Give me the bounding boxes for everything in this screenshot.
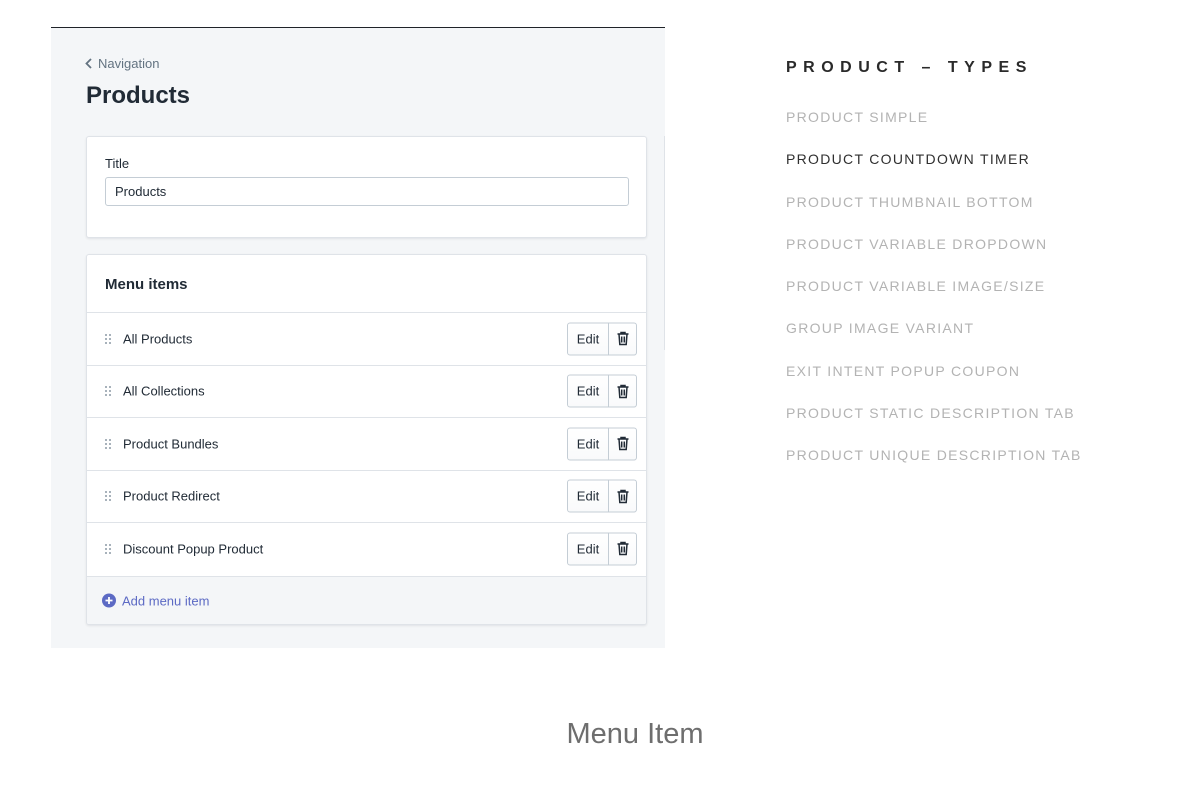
menu-item-label: Product Bundles xyxy=(123,436,219,452)
page-title: Products xyxy=(86,82,191,109)
menu-item-actions: Edit xyxy=(567,322,637,356)
product-type-item[interactable]: PRODUCT UNIQUE DESCRIPTION TAB xyxy=(786,447,1082,489)
trash-icon xyxy=(617,332,628,346)
menu-item-actions: Edit xyxy=(567,532,637,566)
delete-button[interactable] xyxy=(609,427,637,461)
add-menu-item-button[interactable]: Add menu item xyxy=(102,593,209,608)
product-types-title: PRODUCT – TYPES xyxy=(786,59,1033,76)
edit-button[interactable]: Edit xyxy=(567,479,609,513)
product-type-item[interactable]: PRODUCT THUMBNAIL BOTTOM xyxy=(786,194,1082,236)
breadcrumb[interactable]: Navigation xyxy=(85,56,159,71)
menu-editor-panel: Navigation Products Title Menu items All… xyxy=(51,27,665,648)
edit-button[interactable]: Edit xyxy=(567,374,609,408)
menu-item-actions: Edit xyxy=(567,479,637,513)
menu-item-label: Product Redirect xyxy=(123,488,220,504)
drag-handle-icon[interactable] xyxy=(105,491,111,502)
edit-button[interactable]: Edit xyxy=(567,427,609,461)
product-type-item-active[interactable]: PRODUCT COUNTDOWN TIMER xyxy=(786,151,1082,193)
trash-icon xyxy=(617,542,628,556)
chevron-left-icon xyxy=(85,58,92,69)
trash-icon xyxy=(617,489,628,503)
product-type-item[interactable]: PRODUCT VARIABLE IMAGE/SIZE xyxy=(786,278,1082,320)
product-type-item[interactable]: GROUP IMAGE VARIANT xyxy=(786,320,1082,362)
panel-divider xyxy=(664,136,665,350)
trash-icon xyxy=(617,384,628,398)
menu-item-row: Product Redirect Edit xyxy=(87,469,646,523)
edit-button[interactable]: Edit xyxy=(567,532,609,566)
menu-item-label: All Collections xyxy=(123,383,205,399)
menu-item-actions: Edit xyxy=(567,374,637,408)
delete-button[interactable] xyxy=(609,479,637,513)
menu-item-row: All Collections Edit xyxy=(87,364,646,418)
menu-items-card: Menu items All Products Edit All Collect… xyxy=(86,254,647,625)
title-card: Title xyxy=(86,136,647,238)
product-type-item[interactable]: PRODUCT VARIABLE DROPDOWN xyxy=(786,236,1082,278)
delete-button[interactable] xyxy=(609,322,637,356)
trash-icon xyxy=(617,437,628,451)
delete-button[interactable] xyxy=(609,374,637,408)
add-menu-item-row: Add menu item xyxy=(87,576,646,624)
product-type-item[interactable]: PRODUCT STATIC DESCRIPTION TAB xyxy=(786,405,1082,447)
drag-handle-icon[interactable] xyxy=(105,543,111,554)
delete-button[interactable] xyxy=(609,532,637,566)
title-input[interactable] xyxy=(105,177,629,206)
menu-item-row: Discount Popup Product Edit xyxy=(87,522,646,575)
product-type-item[interactable]: EXIT INTENT POPUP COUPON xyxy=(786,363,1082,405)
menu-item-row: Product Bundles Edit xyxy=(87,417,646,470)
title-label: Title xyxy=(105,156,130,171)
edit-button[interactable]: Edit xyxy=(567,322,609,356)
menu-item-row: All Products Edit xyxy=(87,312,646,365)
add-menu-item-label[interactable]: Add menu item xyxy=(122,593,209,608)
caption: Menu Item xyxy=(566,718,704,750)
menu-items-heading: Menu items xyxy=(105,276,188,293)
drag-handle-icon[interactable] xyxy=(105,386,111,397)
product-types-list: PRODUCT SIMPLE PRODUCT COUNTDOWN TIMER P… xyxy=(786,109,1082,489)
menu-item-actions: Edit xyxy=(567,427,637,461)
plus-circle-icon xyxy=(102,593,116,608)
menu-items-list: All Products Edit All Collections Edit P… xyxy=(87,312,646,575)
menu-item-label: Discount Popup Product xyxy=(123,541,264,557)
menu-item-label: All Products xyxy=(123,331,193,347)
drag-handle-icon[interactable] xyxy=(105,438,111,449)
breadcrumb-label[interactable]: Navigation xyxy=(98,56,159,71)
drag-handle-icon[interactable] xyxy=(105,333,111,344)
product-type-item[interactable]: PRODUCT SIMPLE xyxy=(786,109,1082,151)
